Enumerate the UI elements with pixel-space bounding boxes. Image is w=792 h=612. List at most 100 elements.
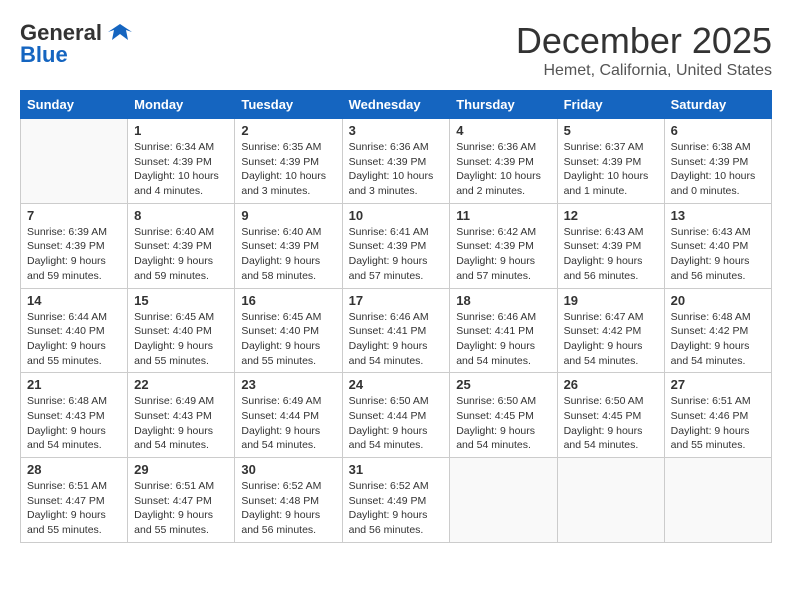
day-number: 4	[456, 123, 550, 138]
title-section: December 2025 Hemet, California, United …	[516, 20, 772, 80]
day-number: 30	[241, 462, 335, 477]
day-number: 27	[671, 377, 765, 392]
calendar-table: SundayMondayTuesdayWednesdayThursdayFrid…	[20, 90, 772, 543]
calendar-cell: 20 Sunrise: 6:48 AM Sunset: 4:42 PM Dayli…	[664, 288, 771, 373]
day-number: 9	[241, 208, 335, 223]
calendar-cell: 7 Sunrise: 6:39 AM Sunset: 4:39 PM Daylig…	[21, 203, 128, 288]
cell-info: Sunrise: 6:50 AM Sunset: 4:45 PM Dayligh…	[456, 394, 550, 453]
calendar-cell: 13 Sunrise: 6:43 AM Sunset: 4:40 PM Dayli…	[664, 203, 771, 288]
calendar-cell: 11 Sunrise: 6:42 AM Sunset: 4:39 PM Dayli…	[450, 203, 557, 288]
col-header-thursday: Thursday	[450, 91, 557, 119]
day-number: 31	[349, 462, 444, 477]
calendar-cell	[664, 458, 771, 543]
calendar-cell: 24Sunrise: 6:50 AM Sunset: 4:44 PM Dayli…	[342, 373, 450, 458]
calendar-cell: 2 Sunrise: 6:35 AM Sunset: 4:39 PM Daylig…	[235, 119, 342, 204]
calendar-cell	[21, 119, 128, 204]
calendar-cell: 16 Sunrise: 6:45 AM Sunset: 4:40 PM Dayli…	[235, 288, 342, 373]
cell-info: Sunrise: 6:51 AM Sunset: 4:47 PM Dayligh…	[27, 479, 121, 538]
calendar-cell	[450, 458, 557, 543]
page-header: General Blue December 2025 Hemet, Califo…	[20, 20, 772, 80]
calendar-week-1: 1 Sunrise: 6:34 AM Sunset: 4:39 PM Daylig…	[21, 119, 772, 204]
calendar-week-5: 28Sunrise: 6:51 AM Sunset: 4:47 PM Dayli…	[21, 458, 772, 543]
cell-info: Sunrise: 6:39 AM Sunset: 4:39 PM Dayligh…	[27, 225, 121, 284]
calendar-cell: 4 Sunrise: 6:36 AM Sunset: 4:39 PM Daylig…	[450, 119, 557, 204]
cell-info: Sunrise: 6:49 AM Sunset: 4:44 PM Dayligh…	[241, 394, 335, 453]
cell-info: Sunrise: 6:46 AM Sunset: 4:41 PM Dayligh…	[349, 310, 444, 369]
calendar-cell: 12 Sunrise: 6:43 AM Sunset: 4:39 PM Dayli…	[557, 203, 664, 288]
calendar-cell: 29Sunrise: 6:51 AM Sunset: 4:47 PM Dayli…	[128, 458, 235, 543]
cell-info: Sunrise: 6:50 AM Sunset: 4:44 PM Dayligh…	[349, 394, 444, 453]
day-number: 17	[349, 293, 444, 308]
calendar-subtitle: Hemet, California, United States	[516, 62, 772, 80]
cell-info: Sunrise: 6:48 AM Sunset: 4:43 PM Dayligh…	[27, 394, 121, 453]
calendar-cell: 22 Sunrise: 6:49 AM Sunset: 4:43 PM Dayli…	[128, 373, 235, 458]
calendar-cell: 27 Sunrise: 6:51 AM Sunset: 4:46 PM Dayli…	[664, 373, 771, 458]
cell-info: Sunrise: 6:34 AM Sunset: 4:39 PM Dayligh…	[134, 140, 228, 199]
day-number: 2	[241, 123, 335, 138]
calendar-week-2: 7 Sunrise: 6:39 AM Sunset: 4:39 PM Daylig…	[21, 203, 772, 288]
calendar-cell	[557, 458, 664, 543]
day-number: 22	[134, 377, 228, 392]
day-number: 15	[134, 293, 228, 308]
cell-info: Sunrise: 6:36 AM Sunset: 4:39 PM Dayligh…	[456, 140, 550, 199]
day-number: 21	[27, 377, 121, 392]
day-number: 12	[564, 208, 658, 223]
calendar-cell: 28Sunrise: 6:51 AM Sunset: 4:47 PM Dayli…	[21, 458, 128, 543]
cell-info: Sunrise: 6:47 AM Sunset: 4:42 PM Dayligh…	[564, 310, 658, 369]
calendar-cell: 9Sunrise: 6:40 AM Sunset: 4:39 PM Daylig…	[235, 203, 342, 288]
logo-blue: Blue	[20, 42, 68, 68]
day-number: 10	[349, 208, 444, 223]
calendar-cell: 30 Sunrise: 6:52 AM Sunset: 4:48 PM Dayli…	[235, 458, 342, 543]
cell-info: Sunrise: 6:43 AM Sunset: 4:40 PM Dayligh…	[671, 225, 765, 284]
day-number: 8	[134, 208, 228, 223]
day-number: 7	[27, 208, 121, 223]
calendar-cell: 31 Sunrise: 6:52 AM Sunset: 4:49 PM Dayli…	[342, 458, 450, 543]
day-number: 18	[456, 293, 550, 308]
cell-info: Sunrise: 6:52 AM Sunset: 4:48 PM Dayligh…	[241, 479, 335, 538]
cell-info: Sunrise: 6:42 AM Sunset: 4:39 PM Dayligh…	[456, 225, 550, 284]
calendar-cell: 10 Sunrise: 6:41 AM Sunset: 4:39 PM Dayli…	[342, 203, 450, 288]
calendar-cell: 19 Sunrise: 6:47 AM Sunset: 4:42 PM Dayli…	[557, 288, 664, 373]
cell-info: Sunrise: 6:45 AM Sunset: 4:40 PM Dayligh…	[134, 310, 228, 369]
calendar-cell: 14Sunrise: 6:44 AM Sunset: 4:40 PM Dayli…	[21, 288, 128, 373]
day-number: 20	[671, 293, 765, 308]
calendar-cell: 1 Sunrise: 6:34 AM Sunset: 4:39 PM Daylig…	[128, 119, 235, 204]
calendar-week-3: 14Sunrise: 6:44 AM Sunset: 4:40 PM Dayli…	[21, 288, 772, 373]
col-header-saturday: Saturday	[664, 91, 771, 119]
cell-info: Sunrise: 6:46 AM Sunset: 4:41 PM Dayligh…	[456, 310, 550, 369]
cell-info: Sunrise: 6:41 AM Sunset: 4:39 PM Dayligh…	[349, 225, 444, 284]
cell-info: Sunrise: 6:51 AM Sunset: 4:47 PM Dayligh…	[134, 479, 228, 538]
cell-info: Sunrise: 6:35 AM Sunset: 4:39 PM Dayligh…	[241, 140, 335, 199]
cell-info: Sunrise: 6:48 AM Sunset: 4:42 PM Dayligh…	[671, 310, 765, 369]
day-number: 5	[564, 123, 658, 138]
day-number: 25	[456, 377, 550, 392]
day-number: 11	[456, 208, 550, 223]
col-header-tuesday: Tuesday	[235, 91, 342, 119]
cell-info: Sunrise: 6:50 AM Sunset: 4:45 PM Dayligh…	[564, 394, 658, 453]
cell-info: Sunrise: 6:36 AM Sunset: 4:39 PM Dayligh…	[349, 140, 444, 199]
col-header-monday: Monday	[128, 91, 235, 119]
day-number: 1	[134, 123, 228, 138]
calendar-title: December 2025	[516, 20, 772, 62]
day-number: 19	[564, 293, 658, 308]
cell-info: Sunrise: 6:38 AM Sunset: 4:39 PM Dayligh…	[671, 140, 765, 199]
calendar-cell: 3Sunrise: 6:36 AM Sunset: 4:39 PM Daylig…	[342, 119, 450, 204]
cell-info: Sunrise: 6:37 AM Sunset: 4:39 PM Dayligh…	[564, 140, 658, 199]
cell-info: Sunrise: 6:52 AM Sunset: 4:49 PM Dayligh…	[349, 479, 444, 538]
day-number: 13	[671, 208, 765, 223]
calendar-cell: 5 Sunrise: 6:37 AM Sunset: 4:39 PM Daylig…	[557, 119, 664, 204]
calendar-cell: 6 Sunrise: 6:38 AM Sunset: 4:39 PM Daylig…	[664, 119, 771, 204]
calendar-cell: 25 Sunrise: 6:50 AM Sunset: 4:45 PM Dayli…	[450, 373, 557, 458]
cell-info: Sunrise: 6:51 AM Sunset: 4:46 PM Dayligh…	[671, 394, 765, 453]
calendar-week-4: 21 Sunrise: 6:48 AM Sunset: 4:43 PM Dayli…	[21, 373, 772, 458]
cell-info: Sunrise: 6:43 AM Sunset: 4:39 PM Dayligh…	[564, 225, 658, 284]
day-number: 26	[564, 377, 658, 392]
calendar-cell: 17 Sunrise: 6:46 AM Sunset: 4:41 PM Dayli…	[342, 288, 450, 373]
cell-info: Sunrise: 6:45 AM Sunset: 4:40 PM Dayligh…	[241, 310, 335, 369]
cell-info: Sunrise: 6:44 AM Sunset: 4:40 PM Dayligh…	[27, 310, 121, 369]
day-number: 16	[241, 293, 335, 308]
day-number: 23	[241, 377, 335, 392]
day-number: 6	[671, 123, 765, 138]
calendar-cell: 21 Sunrise: 6:48 AM Sunset: 4:43 PM Dayli…	[21, 373, 128, 458]
cell-info: Sunrise: 6:49 AM Sunset: 4:43 PM Dayligh…	[134, 394, 228, 453]
